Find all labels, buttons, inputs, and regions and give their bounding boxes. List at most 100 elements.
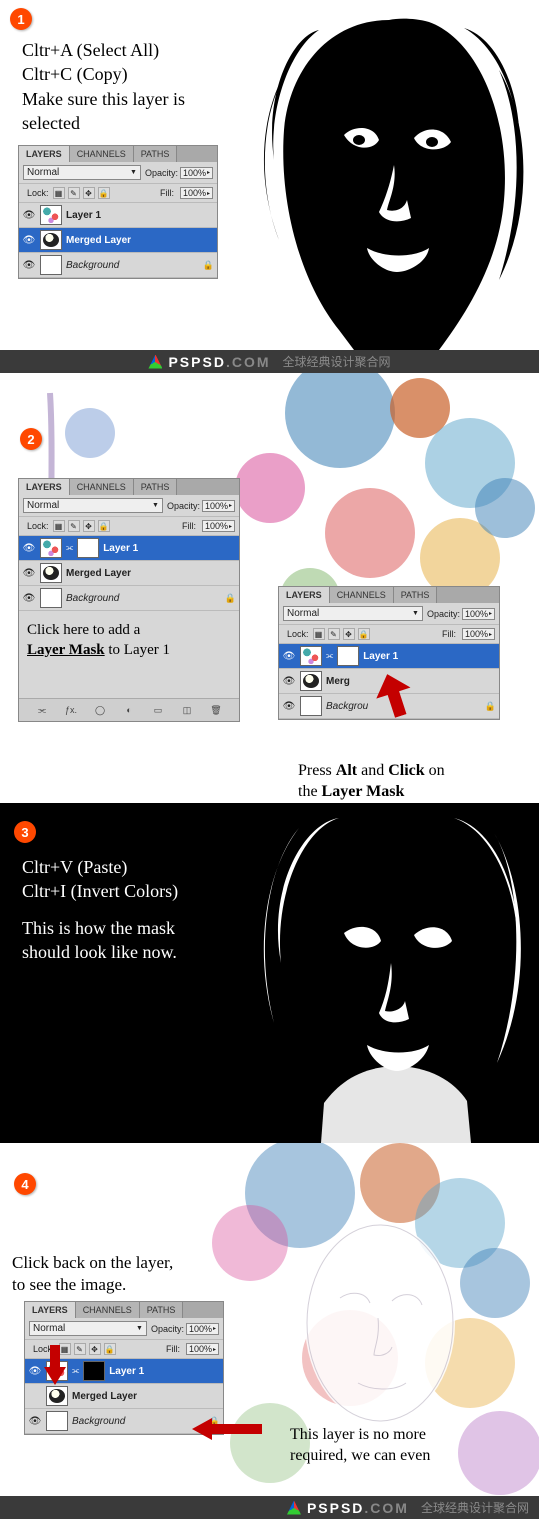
layer-thumb[interactable]: [300, 696, 322, 716]
layer-thumb[interactable]: [40, 563, 62, 583]
tab-layers[interactable]: LAYERS: [19, 146, 70, 162]
chevron-right-icon: ▸: [207, 169, 210, 176]
lock-icon: 🔒: [485, 701, 496, 712]
eye-icon[interactable]: 👁: [22, 260, 36, 271]
step-3-panel: 3 Cltr+V (Paste) Cltr+I (Invert Colors) …: [0, 803, 539, 1143]
lock-icon: 🔒: [203, 260, 214, 271]
lock-brush-icon[interactable]: ✎: [68, 520, 80, 532]
opacity-field[interactable]: 100%▸: [462, 608, 495, 620]
instr-line: Make sure this layer is: [22, 87, 185, 111]
chain-icon[interactable]: ⫘: [72, 1366, 79, 1376]
lock-brush-icon[interactable]: ✎: [74, 1343, 86, 1355]
tab-channels[interactable]: CHANNELS: [70, 146, 134, 162]
layer-mask-thumb[interactable]: [83, 1361, 105, 1381]
tab-layers[interactable]: LAYERS: [19, 479, 70, 495]
eye-icon[interactable]: 👁: [22, 210, 36, 221]
layer-thumb[interactable]: [300, 671, 322, 691]
chain-icon[interactable]: ⫘: [66, 543, 73, 553]
separator-bar: PSPSD.COM 全球经典设计聚合网: [0, 1496, 539, 1519]
add-mask-icon[interactable]: ◯: [92, 703, 108, 717]
step-2-panel: 2 LAYERSCHANNELSPATHS Normal▼Opacity:100…: [0, 373, 539, 803]
new-layer-icon[interactable]: ◫: [179, 703, 195, 717]
portrait-artwork: [239, 0, 539, 350]
tab-channels[interactable]: CHANNELS: [76, 1302, 140, 1318]
tab-channels[interactable]: CHANNELS: [330, 587, 394, 603]
layer-name: Merged Layer: [66, 235, 131, 246]
layer-thumb[interactable]: [46, 1411, 68, 1431]
layer-name: Layer 1: [66, 210, 101, 221]
layer-list: 👁 Layer 1 👁 Merged Layer 👁 Background 🔒: [19, 203, 217, 278]
layer-row-selected[interactable]: 👁 Merged Layer: [19, 228, 217, 253]
fill-field[interactable]: 100%▸: [186, 1343, 219, 1355]
eye-icon[interactable]: 👁: [22, 568, 36, 579]
eye-icon[interactable]: 👁: [282, 651, 296, 662]
blend-mode-select[interactable]: Normal▼: [23, 498, 163, 513]
lock-trans-icon[interactable]: ▦: [313, 628, 325, 640]
layer-thumb[interactable]: [40, 588, 62, 608]
eye-icon[interactable]: 👁: [22, 543, 36, 554]
lock-all-icon[interactable]: 🔒: [98, 520, 110, 532]
layer-row[interactable]: 👁 Background 🔒: [19, 253, 217, 278]
layer-mask-thumb[interactable]: [337, 646, 359, 666]
layer-thumb[interactable]: [300, 646, 322, 666]
tab-paths[interactable]: PATHS: [140, 1302, 184, 1318]
layer-thumb[interactable]: [40, 205, 62, 225]
lock-move-icon[interactable]: ✥: [343, 628, 355, 640]
caption-2b: Press Alt and Click on the Layer Mask: [298, 761, 445, 803]
lock-all-icon[interactable]: 🔒: [358, 628, 370, 640]
link-icon[interactable]: ⫘: [34, 703, 50, 717]
eye-icon[interactable]: 👁: [22, 593, 36, 604]
layer-thumb[interactable]: [40, 230, 62, 250]
lock-move-icon[interactable]: ✥: [83, 520, 95, 532]
lock-brush-icon[interactable]: ✎: [68, 187, 80, 199]
adjustment-icon[interactable]: ◐: [121, 703, 137, 717]
blend-mode-select[interactable]: Normal▼: [23, 165, 141, 180]
eye-icon[interactable]: 👁: [282, 676, 296, 687]
lock-row: Lock: ▦ ✎ ✥ 🔒 Fill: 100%▸: [19, 184, 217, 203]
inverted-portrait: [239, 803, 539, 1143]
fx-icon[interactable]: ƒx.: [63, 703, 79, 717]
eye-icon[interactable]: 👁: [28, 1416, 42, 1427]
tab-paths[interactable]: PATHS: [394, 587, 438, 603]
tab-layers[interactable]: LAYERS: [25, 1302, 76, 1318]
blend-mode-select[interactable]: Normal▼: [29, 1321, 147, 1336]
opacity-field[interactable]: 100%▸: [180, 167, 213, 179]
lock-move-icon[interactable]: ✥: [83, 187, 95, 199]
layer-thumb[interactable]: [46, 1386, 68, 1406]
fill-label: Fill:: [160, 188, 174, 198]
opacity-field[interactable]: 100%▸: [202, 500, 235, 512]
layer-thumb[interactable]: [40, 538, 62, 558]
folder-icon[interactable]: ▭: [150, 703, 166, 717]
layer-row[interactable]: 👁 Layer 1: [19, 203, 217, 228]
tab-paths[interactable]: PATHS: [134, 146, 178, 162]
lock-brush-icon[interactable]: ✎: [328, 628, 340, 640]
layer-row-selected[interactable]: 👁⫘Layer 1: [19, 536, 239, 561]
tab-paths[interactable]: PATHS: [134, 479, 178, 495]
chain-icon[interactable]: ⫘: [326, 651, 333, 661]
layer-thumb[interactable]: [40, 255, 62, 275]
lock-all-icon[interactable]: 🔒: [98, 187, 110, 199]
tab-channels[interactable]: CHANNELS: [70, 479, 134, 495]
layer-mask-thumb[interactable]: [77, 538, 99, 558]
blend-mode-select[interactable]: Normal▼: [283, 606, 423, 621]
trash-icon[interactable]: 🗑: [208, 703, 224, 717]
fill-field[interactable]: 100%▸: [202, 520, 235, 532]
layer-row-selected[interactable]: 👁⫘Layer 1: [279, 644, 499, 669]
layer-row[interactable]: 👁Merged Layer: [19, 561, 239, 586]
eye-icon[interactable]: 👁: [28, 1366, 42, 1377]
fill-field[interactable]: 100%▸: [462, 628, 495, 640]
lock-trans-icon[interactable]: ▦: [53, 187, 65, 199]
lock-move-icon[interactable]: ✥: [89, 1343, 101, 1355]
tagline-cn: 全球经典设计聚合网: [283, 353, 391, 370]
tab-layers[interactable]: LAYERS: [279, 587, 330, 603]
lock-all-icon[interactable]: 🔒: [104, 1343, 116, 1355]
lock-trans-icon[interactable]: ▦: [53, 520, 65, 532]
eye-icon[interactable]: 👁: [22, 235, 36, 246]
chevron-down-icon: ▼: [130, 169, 137, 176]
eye-icon[interactable]: 👁: [282, 701, 296, 712]
layer-row[interactable]: 👁Background🔒: [19, 586, 239, 611]
layer-row[interactable]: Merged Layer: [25, 1384, 223, 1409]
fill-field[interactable]: 100%▸: [180, 187, 213, 199]
lock-icons: ▦ ✎ ✥ 🔒: [53, 187, 110, 199]
opacity-field[interactable]: 100%▸: [186, 1323, 219, 1335]
